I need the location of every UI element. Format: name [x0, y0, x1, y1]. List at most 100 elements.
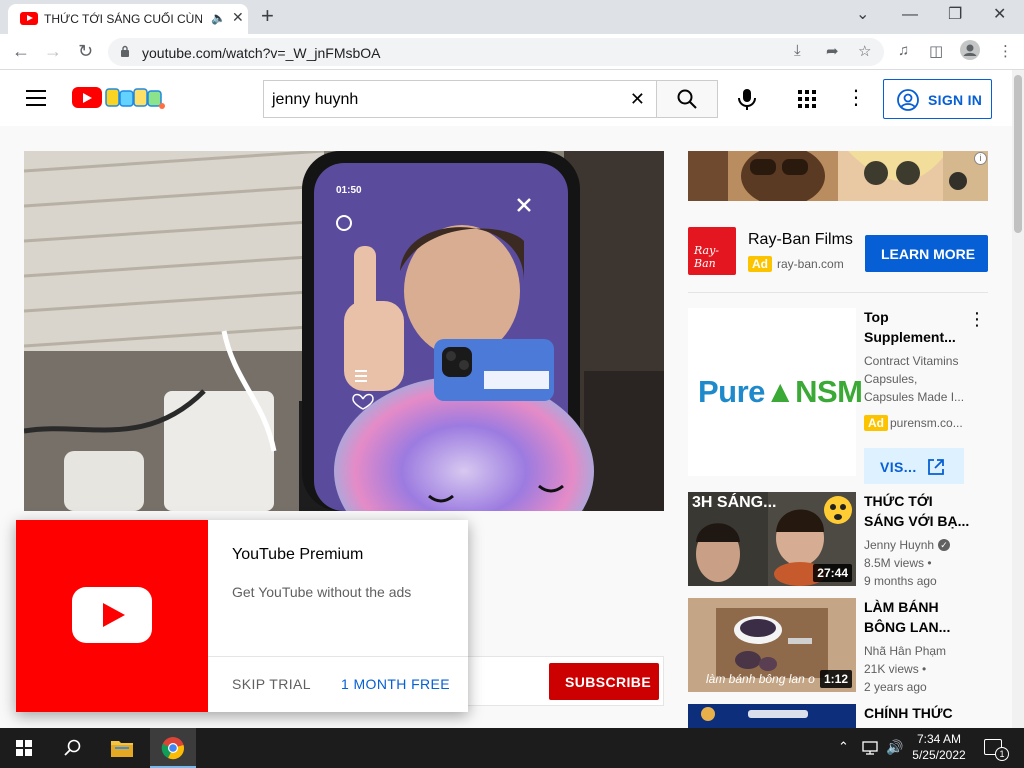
restore-window-icon[interactable]: ❐ — [948, 4, 962, 24]
rayban-logo-icon[interactable]: Ray-Ban — [688, 227, 736, 275]
learn-more-button[interactable]: LEARN MORE — [865, 235, 988, 272]
scrollbar-thumb[interactable] — [1014, 75, 1022, 233]
search-icon — [677, 89, 697, 109]
windows-start-icon[interactable] — [16, 740, 32, 756]
rayban-ad-banner[interactable] — [688, 151, 988, 201]
purensm-ad-desc-line1: Contract Vitamins — [864, 354, 959, 368]
one-month-free-button[interactable]: 1 MONTH FREE — [341, 676, 450, 692]
sign-in-label: SIGN IN — [928, 92, 983, 108]
tab-title: THỨC TỚI SÁNG CUỐI CÙNG — [44, 12, 202, 26]
volume-icon[interactable]: 🔊 — [886, 739, 903, 756]
close-tab-icon[interactable]: ✕ — [232, 9, 244, 26]
notification-count-badge: 1 — [995, 747, 1009, 761]
install-app-icon[interactable]: ⤓ — [794, 42, 801, 59]
purensm-ad-title-line1[interactable]: Top — [864, 307, 889, 327]
reload-icon[interactable]: ↻ — [78, 41, 93, 62]
purensm-logo-left: Pure — [698, 374, 765, 409]
hamburger-menu-icon[interactable] — [26, 90, 46, 106]
page-scrollbar[interactable] — [1012, 70, 1024, 728]
side-panel-icon[interactable]: ◫ — [929, 42, 943, 60]
purensm-logo-right: NSM — [795, 374, 863, 409]
forward-arrow-icon[interactable]: → — [44, 41, 62, 62]
youtube-doodle-logo[interactable] — [104, 86, 166, 110]
thumbnail-text: 3H SÁNG... — [692, 494, 777, 511]
rayban-ad-image — [688, 151, 988, 201]
profile-avatar-icon[interactable] — [960, 40, 980, 64]
recommended-video-title-line1[interactable]: LÀM BÁNH — [864, 597, 939, 617]
view-count: 8.5M views • — [864, 556, 932, 570]
voice-search-mic-icon[interactable] — [736, 87, 758, 111]
show-hidden-icons-chevron-icon[interactable]: ⌃ — [838, 739, 849, 755]
rayban-advertiser-name[interactable]: Ray-Ban Films — [748, 231, 853, 249]
taskbar-clock[interactable]: 7:34 AM 5/25/2022 — [906, 732, 972, 762]
recommended-video-thumbnail[interactable]: làm bánh bông lan o 1:12 — [688, 598, 856, 692]
settings-more-icon[interactable]: ⋮ — [846, 86, 866, 110]
browser-tab[interactable]: THỨC TỚI SÁNG CUỐI CÙNG 🔈 ✕ — [8, 4, 248, 34]
recommended-video-title-line1[interactable]: CHÍNH THỨC — [864, 703, 953, 723]
bookmark-star-icon[interactable]: ☆ — [858, 42, 871, 60]
sign-in-button[interactable]: SIGN IN — [883, 79, 992, 119]
network-icon[interactable] — [862, 740, 880, 756]
media-control-icon[interactable]: ♫ — [898, 42, 909, 59]
share-icon[interactable]: ➦ — [826, 42, 839, 60]
purensm-logo: Pure▲NSM — [698, 374, 863, 409]
video-duration: 27:44 — [813, 564, 852, 582]
premium-title: YouTube Premium — [232, 546, 364, 563]
subscribe-button[interactable]: SUBSCRIBE — [549, 663, 659, 700]
learn-more-label: LEARN MORE — [881, 246, 976, 262]
close-window-icon[interactable]: ✕ — [993, 4, 1006, 24]
chrome-taskbar-button[interactable] — [150, 728, 196, 768]
windows-taskbar: ⌃ 🔊 7:34 AM 5/25/2022 1 — [0, 728, 1024, 768]
new-tab-icon[interactable]: + — [261, 3, 274, 29]
external-link-icon — [928, 459, 944, 475]
visit-site-button[interactable]: VIS... — [864, 448, 964, 484]
recommended-video-title-line2[interactable]: BÔNG LAN... — [864, 617, 950, 637]
ad-badge: Ad — [748, 256, 772, 272]
search-value: jenny huynh — [272, 91, 359, 108]
rayban-logo-text: Ray-Ban — [694, 244, 720, 270]
taskbar-search-icon[interactable] — [64, 739, 82, 757]
video-player[interactable]: 01:50 — [24, 151, 664, 511]
recommended-video-title-line2[interactable]: SÁNG VỚI BẠ... — [864, 511, 969, 531]
browser-toolbar: ← → ↻ youtube.com/watch?v=_W_jnFMsbOA ⤓ … — [0, 34, 1024, 70]
address-bar[interactable]: youtube.com/watch?v=_W_jnFMsbOA — [108, 38, 884, 66]
video-duration: 1:12 — [819, 670, 852, 688]
upload-age: 9 months ago — [864, 574, 937, 588]
view-count: 21K views • — [864, 662, 927, 676]
search-input[interactable]: jenny huynh ✕ — [263, 80, 657, 118]
youtube-premium-promo: YouTube Premium Get YouTube without the … — [16, 520, 468, 712]
account-circle-icon — [897, 89, 919, 111]
clear-search-icon[interactable]: ✕ — [630, 89, 645, 110]
recommended-video-thumbnail[interactable]: 3H SÁNG... 27:44 — [688, 492, 856, 586]
search-button[interactable] — [656, 80, 718, 118]
tab-search-icon[interactable]: ⌄ — [856, 4, 869, 24]
file-explorer-icon[interactable] — [110, 738, 134, 758]
thumbnail-text: làm bánh bông lan o — [706, 672, 815, 686]
minimize-window-icon[interactable]: — — [902, 6, 918, 24]
subscribe-label: SUBSCRIBE — [565, 674, 652, 690]
phone-clock-text: 01:50 — [336, 185, 362, 196]
purensm-ad-title-line2[interactable]: Supplement... — [864, 327, 956, 347]
premium-divider — [208, 656, 468, 657]
skip-trial-button[interactable]: SKIP TRIAL — [232, 676, 311, 692]
back-arrow-icon[interactable]: ← — [12, 41, 30, 62]
audio-playing-icon[interactable]: 🔈 — [211, 11, 226, 25]
video-thumbnail-image — [688, 704, 856, 728]
purensm-ad-thumbnail[interactable]: Pure▲NSM — [688, 308, 863, 476]
recommended-video-title-line1[interactable]: THỨC TỚI — [864, 491, 933, 511]
ad-divider — [688, 292, 988, 293]
browser-tab-strip: THỨC TỚI SÁNG CUỐI CÙNG 🔈 ✕ + ⌄ — ❐ ✕ — [0, 0, 1024, 34]
browser-menu-icon[interactable]: ⋮ — [998, 42, 1013, 60]
rayban-domain: ray-ban.com — [777, 257, 844, 271]
visit-site-label: VIS... — [880, 459, 917, 475]
taskbar-date: 5/25/2022 — [912, 748, 966, 762]
youtube-logo-icon[interactable] — [72, 87, 102, 108]
youtube-play-logo-icon — [72, 587, 152, 643]
ad-info-icon[interactable]: i — [974, 152, 987, 165]
recommended-video-thumbnail[interactable] — [688, 704, 856, 728]
channel-name[interactable]: Jenny Huynh — [864, 536, 934, 554]
lock-icon[interactable] — [120, 45, 130, 57]
youtube-apps-grid-icon[interactable] — [798, 90, 816, 108]
ad-more-options-icon[interactable]: ⋮ — [968, 309, 986, 330]
channel-name[interactable]: Nhã Hân Phạm — [864, 642, 946, 660]
